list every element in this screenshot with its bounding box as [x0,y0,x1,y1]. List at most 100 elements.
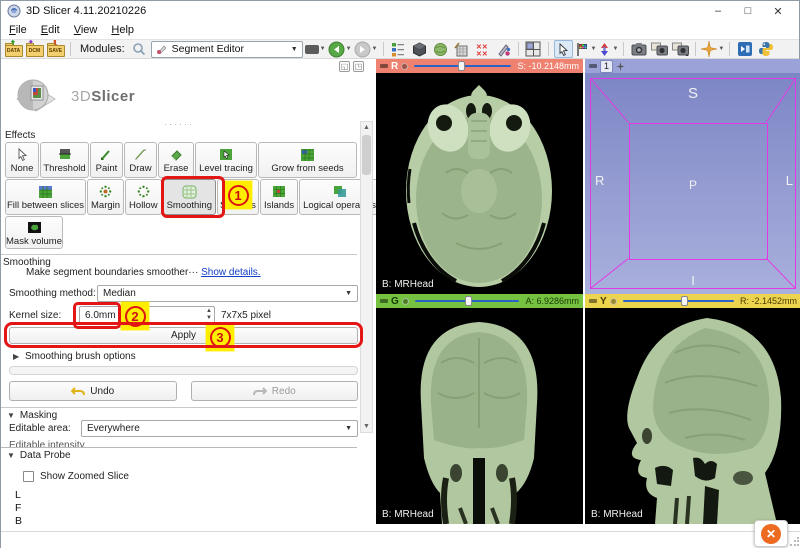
red-view-canvas[interactable]: B: MRHead [376,73,583,294]
pin-icon[interactable] [589,64,597,68]
color-flag-icon [576,42,587,56]
yellow-view-canvas[interactable]: B: MRHead [585,308,800,524]
hide-panel-icon[interactable]: ◳ [353,61,364,72]
center-view-icon[interactable] [616,61,626,71]
volume-module-button[interactable] [410,40,429,58]
extensions-manager-button[interactable] [735,40,754,58]
show-zoomed-slice-checkbox[interactable] [23,471,34,482]
yellow-slice-slider[interactable] [622,296,734,306]
threed-view: 1 S R P L I [585,59,800,294]
visibility-eye-icon[interactable] [609,297,617,305]
undo-button[interactable]: Undo [9,381,177,401]
threed-view-controller: 1 [585,59,800,73]
green-slice-slider[interactable] [414,296,520,306]
menu-bar: File Edit View Help [1,21,799,39]
module-history-button[interactable]: ▼ [304,44,326,54]
effect-smoothing-button[interactable]: Smoothing [162,179,216,215]
forward-arrow-icon [354,41,371,57]
data-folder-icon: ⬆ DATA [4,39,23,57]
undo-label: Undo [90,385,115,397]
pin-icon[interactable] [589,299,597,303]
collapsed-arrow-icon: ▶ [13,352,20,361]
threed-view-canvas[interactable]: S R P L I [585,73,800,294]
python-console-button[interactable] [756,40,775,58]
editable-area-select[interactable]: Everywhere ▼ [81,420,358,437]
menu-help[interactable]: Help [111,23,142,37]
markups-module-button[interactable]: ✕✕ ✕✕ [473,40,492,58]
minimize-button[interactable]: – [703,2,733,20]
smoothing-brush-options-toggle[interactable]: ▶ Smoothing brush options [13,351,136,362]
effect-islands-button[interactable]: Islands [259,179,299,215]
panel-scrollbar[interactable]: ▲ ▼ [360,121,373,433]
effects-grid: None Threshold Paint Draw Erase Level tr… [5,142,376,250]
effect-hollow-button[interactable]: Hollow [125,179,162,215]
effect-none-button[interactable]: None [5,142,39,178]
app-window: 3D Slicer 4.11.20210226 – □ ✕ File Edit … [0,0,800,548]
show-details-link[interactable]: Show details. [201,267,260,278]
effect-margin-button[interactable]: Margin [87,179,125,215]
masking-section-header[interactable]: ▼ Masking [1,407,357,421]
error-log-button[interactable]: ✕ [754,520,788,547]
menu-file[interactable]: File [9,23,35,37]
scene-view-restore-button[interactable] [671,40,690,58]
green-view-canvas[interactable]: B: MRHead [376,308,583,524]
maximize-button[interactable]: □ [733,2,763,20]
probe-layer-b: B [15,515,23,527]
layout-selector-button[interactable] [524,40,543,58]
effect-level-tracing-button[interactable]: Level tracing [195,142,257,178]
scene-view-capture-button[interactable] [650,40,669,58]
chevron-down-icon: ▼ [371,46,378,52]
pin-icon[interactable] [380,64,388,68]
resize-grip[interactable] [789,537,799,547]
effect-paint-button[interactable]: Paint [90,142,123,178]
apply-button[interactable]: Apply [9,327,358,344]
back-button[interactable]: ▼ [328,41,352,58]
margin-icon [99,184,112,199]
redo-button[interactable]: Redo [190,381,358,401]
dicom-button[interactable]: ⬍ DCM [25,39,44,58]
step-1-number: 1 [227,184,249,206]
subject-hierarchy-button[interactable] [389,40,408,58]
close-button[interactable]: ✕ [763,2,793,20]
red-slice-slider[interactable] [414,61,512,71]
screenshot-button[interactable] [629,40,648,58]
mouse-mode-button[interactable] [553,40,573,58]
crop-volume-button[interactable] [452,40,471,58]
smoothing-method-row: Smoothing method: Median ▼ [9,285,358,302]
scroll-up-icon[interactable]: ▲ [361,122,372,133]
pin-icon[interactable] [380,299,388,303]
undock-panel-icon[interactable]: ◱ [339,61,350,72]
smoothing-method-select[interactable]: Median ▼ [97,285,358,302]
effect-grow-from-seeds-button[interactable]: Grow from seeds [258,142,357,178]
module-selector[interactable]: Segment Editor ▼ [150,40,303,58]
module-search-button[interactable] [130,40,149,58]
scroll-down-icon[interactable]: ▼ [361,421,372,432]
visibility-eye-icon[interactable] [401,297,409,305]
transforms-module-button[interactable] [494,40,513,58]
red-view-volume-label: B: MRHead [382,279,434,290]
place-mode-button[interactable]: ▼ [575,42,596,57]
svg-text:✕✕: ✕✕ [476,44,488,51]
effect-mask-volume-button[interactable]: Mask volume [5,216,63,249]
annotation-sticker-2: 2 [121,302,149,330]
load-data-button[interactable]: ⬆ DATA [4,39,23,58]
visibility-eye-icon[interactable] [401,62,409,70]
menu-edit[interactable]: Edit [41,23,68,37]
data-probe-section-header[interactable]: ▼ Data Probe [1,447,357,461]
effect-fill-between-slices-button[interactable]: Fill between slices [5,179,86,215]
panel-splitter-handle[interactable]: ······ [1,119,357,129]
save-button[interactable]: ⬇ SAVE [46,39,65,58]
crosshair-button[interactable]: ▼ [701,41,724,57]
brain-sphere-icon [433,42,447,56]
menu-view[interactable]: View [74,23,106,37]
spinner-arrows-icon[interactable]: ▲ ▼ [206,308,212,322]
updown-arrows-icon [601,42,609,56]
window-level-button[interactable]: ▼ [598,42,618,57]
effect-erase-button[interactable]: Erase [158,142,194,178]
effect-draw-button[interactable]: Draw [124,142,157,178]
modules-label: Modules: [80,43,125,55]
forward-button[interactable]: ▼ [354,41,378,58]
models-module-button[interactable] [431,40,450,58]
effect-threshold-button[interactable]: Threshold [40,142,89,178]
scrollbar-thumb[interactable] [362,135,371,175]
